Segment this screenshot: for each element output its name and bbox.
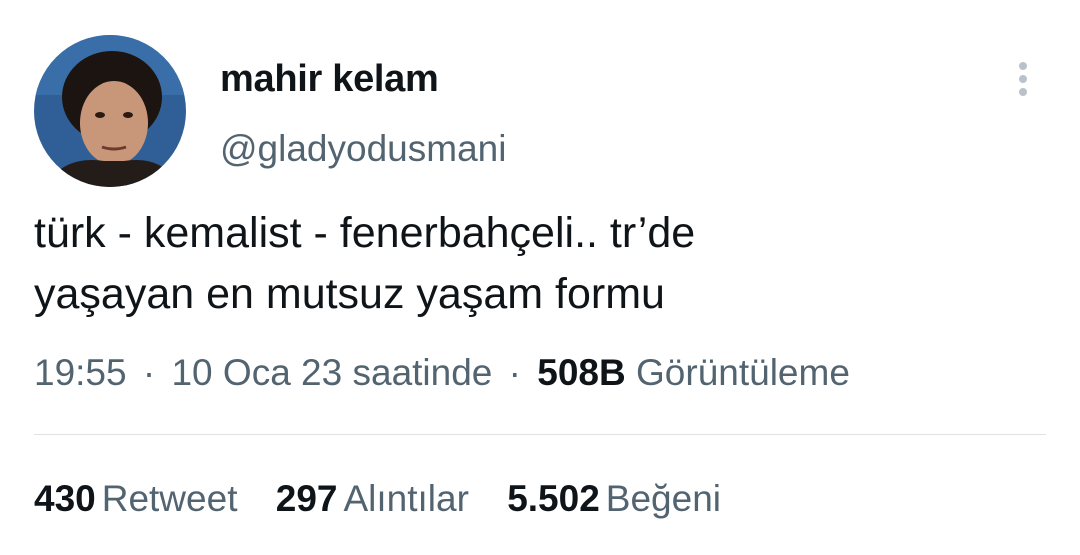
retweets-stat[interactable]: 430 Retweet bbox=[34, 478, 237, 519]
views-label[interactable]: Görüntüleme bbox=[636, 352, 850, 393]
divider bbox=[34, 434, 1046, 435]
tweet-stats: 430 Retweet 297 Alıntılar 5.502 Beğeni bbox=[34, 478, 749, 520]
tweet-text-line-2: yaşayan en mutsuz yaşam formu bbox=[34, 270, 665, 318]
quotes-label: Alıntılar bbox=[343, 478, 469, 519]
tweet-meta: 19:55 · 10 Oca 23 saatinde · 508B Görünt… bbox=[34, 352, 850, 394]
likes-stat[interactable]: 5.502 Beğeni bbox=[507, 478, 721, 519]
likes-count: 5.502 bbox=[507, 478, 600, 519]
quotes-stat[interactable]: 297 Alıntılar bbox=[276, 478, 469, 519]
tweet-card: mahir kelam @gladyodusmani türk - kemali… bbox=[0, 0, 1080, 555]
tweet-date[interactable]: 10 Oca 23 saatinde bbox=[171, 352, 492, 393]
likes-label: Beğeni bbox=[605, 478, 722, 519]
meta-separator: · bbox=[142, 352, 156, 393]
views-count[interactable]: 508B bbox=[537, 352, 625, 393]
avatar[interactable] bbox=[34, 35, 186, 187]
avatar-image bbox=[34, 35, 186, 187]
meta-separator: · bbox=[508, 352, 521, 393]
tweet-time[interactable]: 19:55 bbox=[34, 352, 127, 393]
tweet-text-line-1: türk - kemalist - fenerbahçeli.. tr’de bbox=[34, 209, 696, 257]
retweets-label: Retweet bbox=[101, 478, 238, 519]
quotes-count: 297 bbox=[275, 478, 338, 519]
display-name[interactable]: mahir kelam bbox=[220, 58, 439, 101]
tweet-text: türk - kemalist - fenerbahçeli.. tr’de y… bbox=[34, 203, 1044, 325]
more-vertical-icon[interactable] bbox=[1010, 60, 1036, 100]
username-handle[interactable]: @gladyodusmani bbox=[220, 128, 506, 170]
retweets-count: 430 bbox=[34, 478, 96, 519]
